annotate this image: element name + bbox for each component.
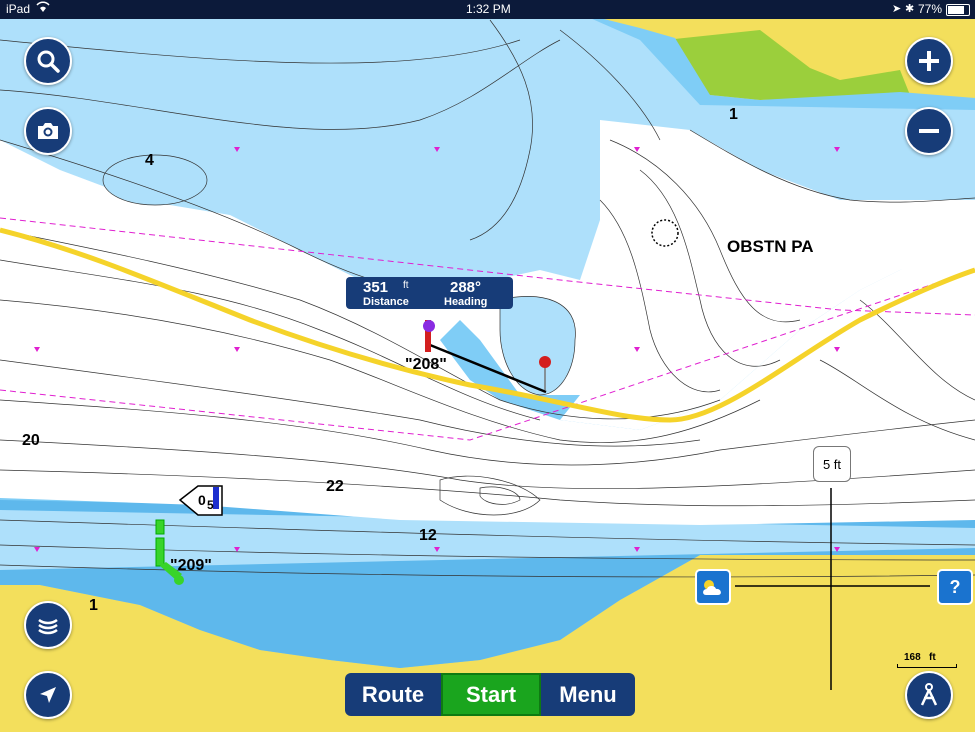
help-button[interactable]: ? xyxy=(937,569,973,605)
heading-value: 288° xyxy=(450,279,482,296)
help-icon: ? xyxy=(949,576,961,597)
battery-percent: 77% xyxy=(918,2,943,16)
menu-button[interactable]: Menu xyxy=(541,673,635,716)
sonar-button[interactable] xyxy=(24,601,72,649)
anchor-person-button[interactable] xyxy=(905,671,953,719)
depth-label: 4 xyxy=(145,152,154,169)
obstruction-label: OBSTN PA xyxy=(727,237,814,256)
buoy-label: 5 xyxy=(207,498,214,512)
battery-icon xyxy=(946,4,970,16)
bottom-toolbar: Route Start Menu xyxy=(345,673,635,716)
depth-label: 1 xyxy=(729,106,738,123)
status-bar: iPad 1:32 PM ➤ ✱ 77% xyxy=(0,0,975,19)
marker-label-208: "208" xyxy=(405,356,447,373)
camera-button[interactable] xyxy=(24,107,72,155)
shoal-lobe xyxy=(102,154,208,206)
device-name: iPad xyxy=(6,2,31,16)
wifi-icon xyxy=(36,1,50,16)
distance-unit: ft xyxy=(403,280,409,291)
scale-value: 168 ft xyxy=(904,652,936,663)
search-button[interactable] xyxy=(24,37,72,85)
distance-value: 351 xyxy=(363,279,389,296)
search-icon xyxy=(37,50,60,73)
route-button[interactable]: Route xyxy=(345,673,441,716)
location-button[interactable] xyxy=(24,671,72,719)
weather-button[interactable] xyxy=(695,569,731,605)
nautical-chart[interactable] xyxy=(0,0,975,732)
anchor-person-icon xyxy=(920,683,938,706)
zoom-out-icon xyxy=(919,129,939,133)
measure-info-box[interactable]: 351 ft Distance 288° Heading xyxy=(346,277,513,309)
clock: 1:32 PM xyxy=(466,2,511,16)
depth-indicator: 5 ft xyxy=(813,446,851,482)
scale-bar: 168 ft xyxy=(897,652,957,668)
sonar-icon xyxy=(38,618,58,635)
location-arrow-icon xyxy=(40,687,56,703)
depth-label: 12 xyxy=(419,527,437,544)
buoy-label: 0 xyxy=(198,492,206,508)
zoom-in-button[interactable] xyxy=(905,37,953,85)
marker-label-209: "209" xyxy=(170,557,212,574)
distance-label: Distance xyxy=(363,296,409,308)
depth-label: 22 xyxy=(326,478,344,495)
zoom-in-icon xyxy=(919,51,939,71)
location-status-icon: ➤ xyxy=(892,3,902,15)
depth-label: 20 xyxy=(22,432,40,449)
zoom-out-button[interactable] xyxy=(905,107,953,155)
weather-icon xyxy=(703,580,721,595)
depth-label: 1 xyxy=(89,597,98,614)
heading-label: Heading xyxy=(444,296,488,308)
bluetooth-icon: ✱ xyxy=(905,3,915,15)
camera-icon xyxy=(38,123,58,139)
start-button[interactable]: Start xyxy=(441,673,541,716)
